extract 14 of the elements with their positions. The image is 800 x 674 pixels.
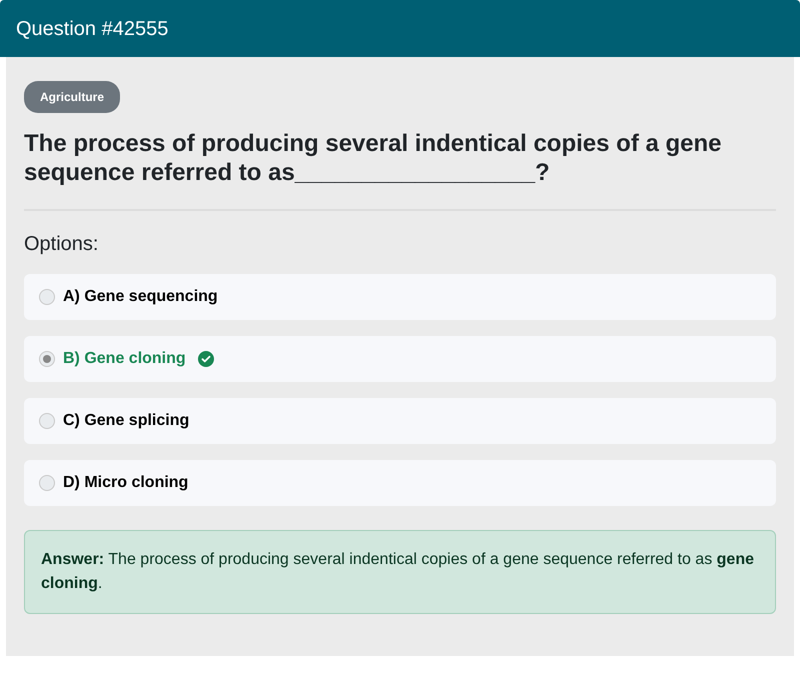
answer-text: Answer: The process of producing several indentical copies of a gene sequence referred to as gene cloning. xyxy=(24,530,776,614)
page-title: Question #42555 xyxy=(16,16,168,42)
radio-button[interactable] xyxy=(39,351,55,367)
radio-button[interactable] xyxy=(39,475,55,491)
category-badge: Agriculture xyxy=(24,81,120,113)
option-label: A) Gene sequencing xyxy=(63,287,218,307)
radio-button[interactable] xyxy=(39,289,55,305)
option-label: D) Micro cloning xyxy=(63,473,188,493)
options-heading: Options: xyxy=(24,232,100,257)
option-label: B) Gene cloning xyxy=(63,349,186,369)
check-circle-icon xyxy=(198,351,214,367)
question-text: The process of producing several indentical copies of a gene sequence referred to as__________________? xyxy=(24,129,723,187)
option-label: C) Gene splicing xyxy=(63,411,190,431)
radio-button[interactable] xyxy=(39,413,55,429)
